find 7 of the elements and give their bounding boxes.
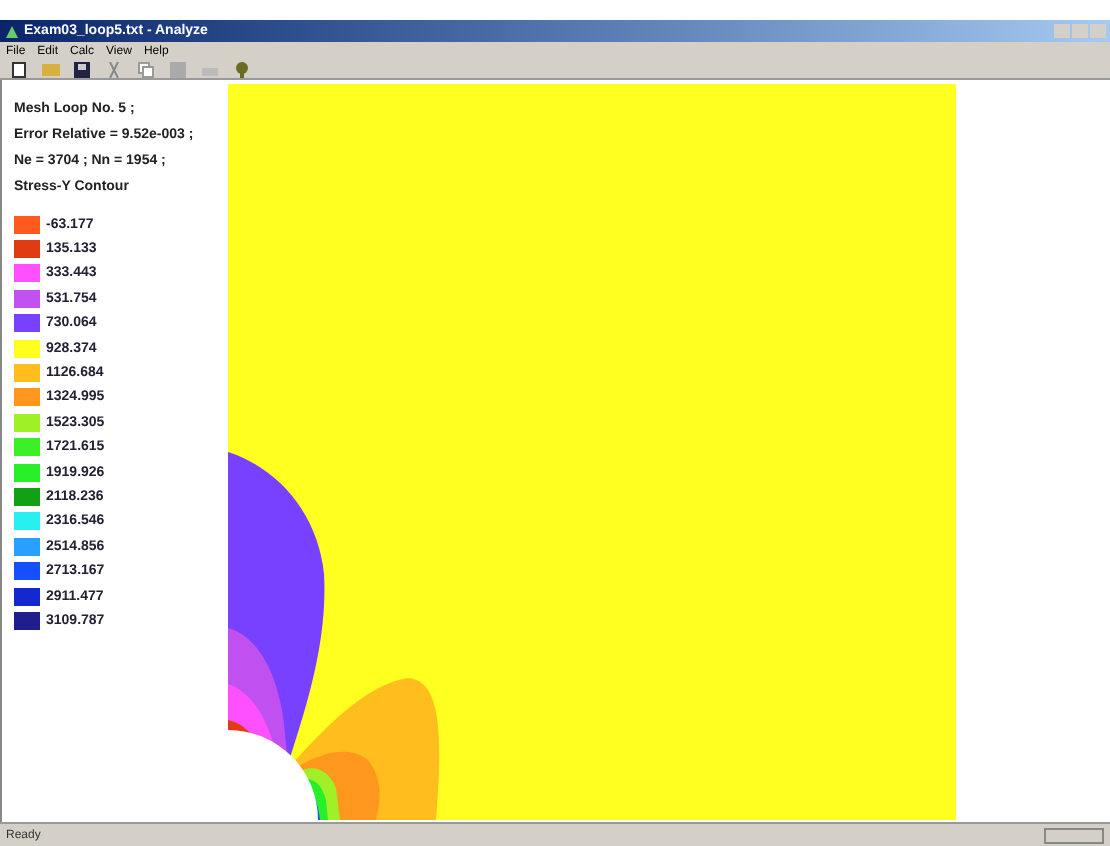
hole-shape [228,730,318,820]
minimize-button[interactable] [1054,24,1070,38]
copy-icon[interactable] [132,59,160,79]
maximize-button[interactable] [1072,24,1088,38]
status-panel [1044,827,1104,843]
close-button[interactable] [1090,24,1106,38]
save-icon[interactable] [68,59,96,79]
